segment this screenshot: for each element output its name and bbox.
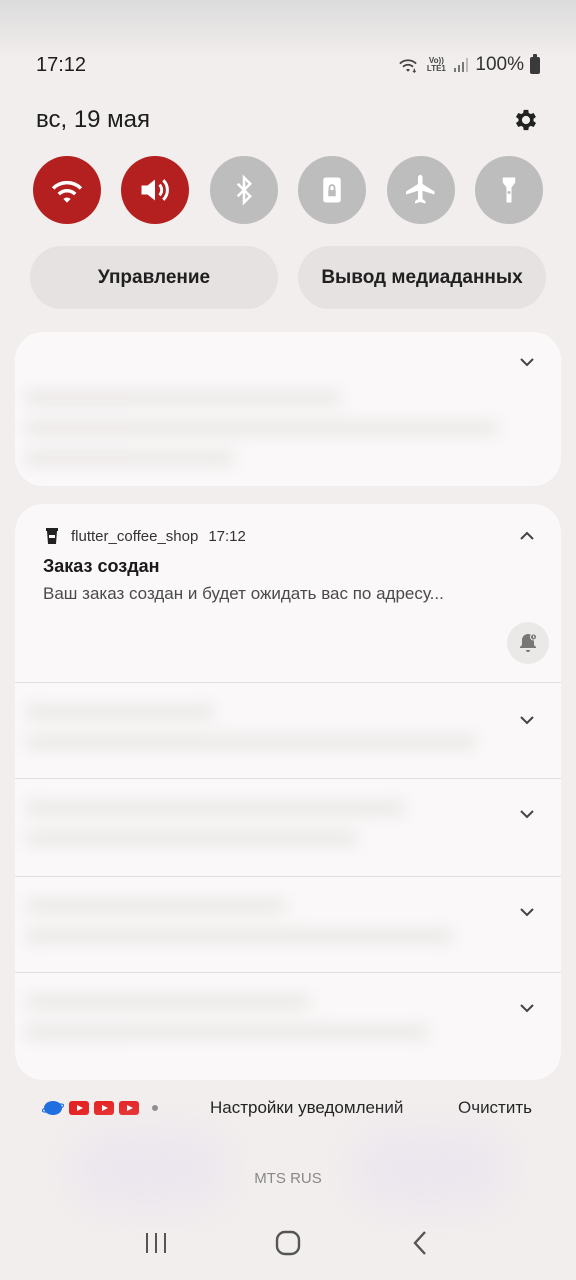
control-button[interactable]: Управление: [30, 246, 278, 309]
blurred-notification[interactable]: [15, 972, 561, 1072]
blurred-notification-card[interactable]: [15, 332, 561, 486]
status-bar: 17:12 Vo)) LTE1 100%: [36, 50, 540, 80]
lock-screen-icon: [323, 177, 341, 203]
notification-group: flutter_coffee_shop 17:12 Заказ создан В…: [15, 504, 561, 1080]
more-dot-icon: [152, 1105, 158, 1111]
battery-percent: 100%: [475, 54, 524, 75]
notification-header: flutter_coffee_shop 17:12: [43, 526, 246, 546]
pill-row: Управление Вывод медиаданных: [30, 246, 546, 310]
snooze-bell-icon: [520, 633, 537, 652]
notification-settings-link[interactable]: Настройки уведомлений: [210, 1098, 403, 1118]
wifi-signal-icon: [399, 59, 418, 74]
globe-app-icon: [42, 1101, 64, 1115]
wifi-icon: [51, 180, 83, 203]
app-name: flutter_coffee_shop: [71, 527, 199, 545]
bluetooth-icon: [236, 174, 252, 206]
blurred-notification[interactable]: [15, 876, 561, 972]
youtube-icon: [119, 1101, 139, 1115]
home-icon: [275, 1230, 301, 1256]
blurred-content: [25, 900, 501, 960]
notification-footer: Настройки уведомлений Очистить: [42, 1094, 532, 1122]
chevron-up-icon[interactable]: [517, 526, 537, 546]
bluetooth-toggle[interactable]: [209, 156, 278, 224]
chevron-down-icon[interactable]: [517, 902, 537, 922]
chevron-down-icon[interactable]: [517, 710, 537, 730]
cell-signal-icon: [454, 58, 469, 72]
clear-button[interactable]: Очистить: [458, 1098, 532, 1118]
chevron-down-icon[interactable]: [517, 352, 537, 372]
airplane-toggle[interactable]: [386, 156, 455, 224]
rotation-lock-toggle[interactable]: [298, 156, 367, 224]
app-icons: [42, 1099, 158, 1117]
airplane-icon: [405, 175, 435, 204]
blurred-content: [25, 706, 501, 766]
flashlight-toggle[interactable]: [474, 156, 543, 224]
bell-button[interactable]: [507, 622, 549, 664]
notification-time: 17:12: [208, 527, 246, 545]
home-button[interactable]: [268, 1223, 308, 1263]
blurred-content: [25, 802, 501, 862]
speaker-icon: [141, 179, 170, 201]
media-output-button[interactable]: Вывод медиаданных: [298, 246, 546, 309]
battery-icon: [530, 53, 540, 74]
youtube-icon: [94, 1101, 114, 1115]
notification-body[interactable]: Ваш заказ создан и будет ожидать вас по …: [43, 584, 444, 604]
back-button[interactable]: [400, 1223, 440, 1263]
carrier-label: MTS RUS: [254, 1170, 322, 1187]
wifi-toggle[interactable]: [33, 156, 101, 224]
clock: 17:12: [36, 53, 87, 76]
blurred-notification[interactable]: [15, 778, 561, 876]
recents-icon: [146, 1233, 166, 1253]
back-icon: [413, 1231, 426, 1255]
quick-toggles: [33, 156, 543, 224]
chevron-down-icon[interactable]: [517, 804, 537, 824]
status-icons: Vo)) LTE1 100%: [397, 53, 540, 76]
recent-apps-button[interactable]: [136, 1223, 176, 1263]
date-row: вс, 19 мая: [36, 100, 540, 140]
gear-icon[interactable]: [512, 106, 540, 134]
volte-label: Vo)) LTE1: [426, 56, 446, 73]
notification-title[interactable]: Заказ создан: [43, 556, 160, 577]
flashlight-icon: [502, 177, 516, 203]
chevron-down-icon[interactable]: [517, 998, 537, 1018]
blurred-content: [25, 996, 501, 1056]
navigation-bar: [0, 1218, 576, 1268]
blurred-content: [25, 392, 551, 482]
date-label: вс, 19 мая: [36, 106, 151, 133]
sound-toggle[interactable]: [121, 156, 190, 224]
blurred-notification[interactable]: [15, 682, 561, 778]
coffee-cup-icon: [46, 528, 58, 544]
youtube-icon: [69, 1101, 89, 1115]
